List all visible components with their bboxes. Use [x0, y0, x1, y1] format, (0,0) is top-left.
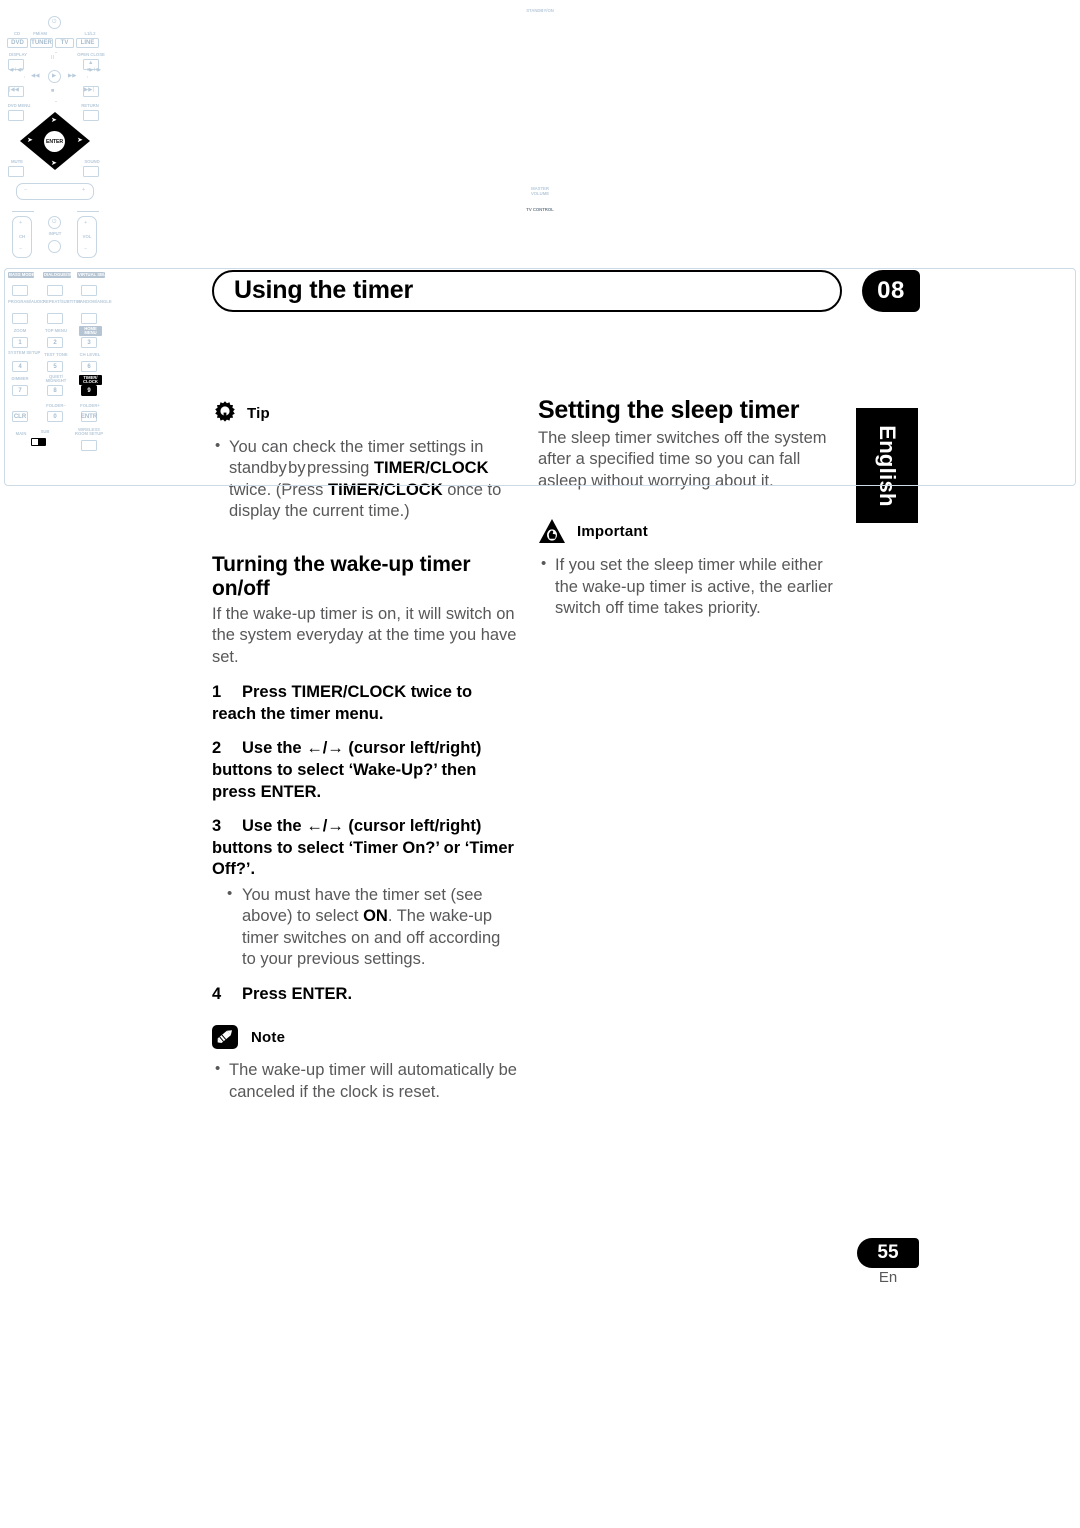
remote-key-entr[interactable]: ENTR — [81, 411, 97, 422]
remote-tag-wireless-room-setup: WIRELESS ROOM SETUP — [74, 427, 104, 437]
manual-page: Using the timer 08 Tip You can check the… — [0, 0, 1080, 1528]
remote-display-label: DISPLAY — [9, 52, 27, 57]
eject-icon: ▲ — [88, 60, 94, 66]
remote-key-6[interactable]: 6 — [81, 361, 97, 372]
remote-button-sound[interactable] — [83, 166, 99, 177]
remote-sound-label: SOUND — [84, 159, 100, 164]
remote-key-7[interactable]: 7 — [12, 385, 28, 396]
remote-button-mute[interactable] — [8, 166, 24, 177]
remote-standby-label: STANDBY/ON — [526, 8, 554, 13]
remote-button-dvd-menu[interactable] — [8, 110, 24, 121]
language-code-footer: En — [878, 1269, 898, 1286]
remote-mute-label: MUTE — [11, 159, 23, 164]
ch-plus-icon[interactable]: + — [19, 220, 22, 226]
remote-key-5[interactable]: 5 — [47, 361, 63, 372]
remote-tag-homemenu: HOME MENU — [79, 326, 102, 336]
remote-tag-topmenu: TOP MENU — [45, 328, 67, 333]
stop-icon: ■ — [51, 88, 55, 94]
vol-plus-icon[interactable]: + — [84, 220, 87, 226]
remote-button-line[interactable]: LINE — [76, 38, 99, 48]
remote-button-dialogue[interactable] — [47, 285, 63, 296]
remote-tag-sub: SUB — [40, 429, 50, 434]
cursor-left-icon[interactable]: ➤ — [27, 137, 33, 144]
remote-input-label: INPUT — [48, 231, 62, 236]
remote-button-wireless-room-setup[interactable] — [81, 440, 97, 451]
remote-main-sub-switch[interactable] — [31, 438, 46, 446]
remote-tag-chlevel: CH LEVEL — [79, 352, 101, 357]
next-track-icon: ▶▶| — [84, 87, 94, 93]
remote-tag-random: RANDOM/ANGLE — [77, 299, 112, 304]
remote-source-label-fmam: FM/AM — [33, 31, 47, 36]
remote-key-clr[interactable]: CLR — [12, 411, 28, 422]
remote-tag-quiet: QUIET/MIDNIGHT — [45, 374, 67, 384]
rewind-icon: ◀◀ — [31, 72, 40, 79]
remote-source-label-l1l2: L1/L2 — [84, 31, 96, 36]
remote-button-dvd[interactable]: DVD — [7, 38, 28, 48]
cursor-right-icon[interactable]: ➤ — [77, 137, 83, 144]
remote-tag-timer-clock: TIMER/CLOCK — [79, 375, 102, 386]
remote-button-tuner[interactable]: TUNER — [30, 38, 53, 48]
volume-plus-icon[interactable]: + — [82, 187, 85, 193]
remote-button-enter[interactable]: ENTER — [44, 131, 65, 152]
pause-icon: II — [51, 55, 55, 61]
fast-forward-icon: ▶▶ — [68, 72, 77, 79]
remote-tag-main: MAIN — [15, 431, 27, 436]
remote-slow-right-label: II▶ / I▶ — [87, 67, 101, 72]
ch-minus-icon[interactable]: − — [19, 246, 22, 252]
remote-input-button[interactable] — [48, 240, 61, 253]
remote-tag-program: PROGRAM/AUDIO — [8, 299, 45, 304]
remote-key-0[interactable]: 0 — [47, 411, 63, 422]
remote-tag-repeat: REPEAT/SUBTITLE — [43, 299, 82, 304]
remote-tag-bassmode: BASS MODE/AUTO — [8, 271, 48, 278]
previous-track-icon: |◀◀ — [9, 87, 19, 93]
remote-return-label: RETURN — [81, 103, 99, 108]
remote-key-9-timer-clock-highlighted[interactable]: 9 — [81, 385, 97, 396]
remote-button-random[interactable] — [81, 313, 97, 324]
remote-key-3[interactable]: 3 — [81, 337, 97, 348]
remote-tag-dimmer: DIMMER — [11, 376, 29, 381]
vol-minus-icon[interactable]: − — [84, 246, 87, 252]
remote-button-tv[interactable]: TV — [55, 38, 74, 48]
remote-key-4[interactable]: 4 — [12, 361, 28, 372]
page-number-badge: 55 — [857, 1238, 919, 1268]
remote-button-program[interactable] — [12, 313, 28, 324]
power-icon: ⏻ — [52, 18, 57, 25]
tv-power-icon: ⏻ — [52, 218, 57, 225]
volume-minus-icon[interactable]: − — [24, 187, 27, 193]
remote-button-virtualsb[interactable] — [81, 285, 97, 296]
remote-vol-label: VOL — [82, 234, 92, 239]
remote-tv-control-label: TV CONTROL — [526, 207, 554, 212]
remote-tag-testtone: TEST TONE — [44, 352, 68, 357]
remote-button-return[interactable] — [83, 110, 99, 121]
remote-tag-zoom: ZOOM — [13, 328, 27, 333]
remote-key-1[interactable]: 1 — [12, 337, 28, 348]
remote-ch-label: CH — [18, 234, 26, 239]
remote-source-label-cd: CD — [13, 31, 21, 36]
cursor-up-icon[interactable]: ➤ — [51, 117, 57, 124]
remote-master-volume-label: MASTER VOLUME — [530, 186, 550, 197]
remote-button-repeat[interactable] — [47, 313, 63, 324]
remote-key-2[interactable]: 2 — [47, 337, 63, 348]
remote-tag-folder-minus: FOLDER− — [46, 403, 66, 408]
remote-tag-dialogue: DIALOGUE/SURROUND — [43, 271, 92, 278]
remote-key-8[interactable]: 8 — [47, 385, 63, 396]
remote-keypad-section — [4, 268, 1076, 486]
remote-tag-folder-plus: FOLDER+ — [80, 403, 100, 408]
remote-openclose-label: OPEN CLOSE — [77, 52, 105, 57]
remote-tag-systemsetup: SYSTEM SETUP — [8, 350, 41, 355]
remote-slow-left-label: ◀I / ◀II — [9, 67, 23, 72]
remote-button-bassmode[interactable] — [12, 285, 28, 296]
remote-dvd-menu-label: DVD MENU — [7, 103, 31, 108]
play-icon: ▶ — [52, 72, 57, 79]
remote-tag-virtualsb: VIRTUAL SB/ADVANCED — [77, 271, 128, 278]
cursor-down-icon[interactable]: ➤ — [51, 160, 57, 167]
